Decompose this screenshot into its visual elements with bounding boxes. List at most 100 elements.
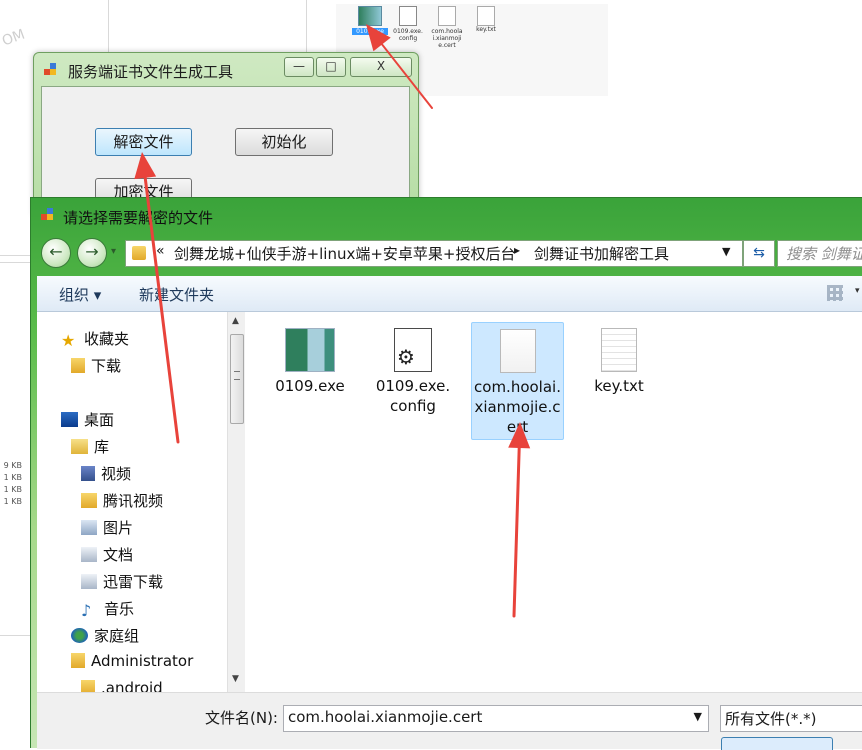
background-file-exe[interactable]: 0109.exe (352, 6, 388, 35)
tree-item-music[interactable]: ♪ 音乐 (81, 598, 134, 619)
navigation-scrollbar[interactable]: ▲ ▼ (227, 312, 245, 692)
cert-file-icon (499, 329, 536, 373)
back-button[interactable]: ← (41, 238, 71, 268)
tree-item-library[interactable]: 库 (71, 436, 109, 457)
library-icon (71, 439, 88, 454)
initialize-button[interactable]: 初始化 (235, 128, 333, 156)
filename-label: 文件名(N): (205, 709, 278, 727)
dialog-title: 请选择需要解密的文件 (63, 209, 214, 227)
decrypt-file-button[interactable]: 解密文件 (95, 128, 192, 156)
file-label: 0109.exe.config (375, 377, 451, 415)
organize-button[interactable]: 组织 ▾ (59, 284, 101, 305)
address-bar[interactable]: « 剑舞龙城+仙侠手游+linux端+安卓苹果+授权后台 ▸ 剑舞证书加解密工具… (125, 240, 743, 267)
view-options-icon[interactable] (827, 285, 843, 301)
config-thumb-icon (399, 6, 417, 26)
scroll-grip-icon (234, 371, 240, 380)
tree-item-desktop[interactable]: 桌面 (61, 409, 114, 430)
tree-item-label: 视频 (101, 465, 132, 483)
forward-button[interactable]: → (77, 238, 107, 268)
tree-item-label: 下载 (91, 357, 122, 375)
filename-value: com.hoolai.xianmojie.cert (288, 708, 483, 726)
download-library-icon (81, 574, 97, 589)
tree-item-xunlei[interactable]: 迅雷下载 (81, 571, 163, 592)
tree-item-label: 收藏夹 (84, 330, 130, 348)
background-file-config[interactable]: 0109.exe.config (390, 6, 426, 42)
config-file-icon: ⚙ (394, 328, 432, 372)
search-input[interactable]: 搜索 剑舞证书加解密工具 (777, 240, 862, 267)
downloads-folder-icon (71, 358, 85, 373)
refresh-button[interactable]: ⇆ (743, 240, 775, 267)
close-button[interactable]: X (350, 57, 412, 77)
refresh-icon: ⇆ (753, 245, 765, 261)
music-icon: ♪ (81, 601, 92, 620)
new-folder-button[interactable]: 新建文件夹 (139, 284, 214, 305)
breadcrumb-separator-icon[interactable]: ▸ (514, 243, 520, 257)
minimize-icon: — (293, 59, 305, 73)
maximize-icon: □ (325, 59, 337, 73)
file-size: 1 KB (3, 497, 22, 506)
tree-item-favorites[interactable]: ★ 收藏夹 (61, 328, 129, 349)
txt-file-icon (601, 328, 637, 372)
tree-item-video[interactable]: 视频 (81, 463, 131, 484)
file-type-filter[interactable]: 所有文件(*.*) (720, 705, 862, 732)
star-icon: ★ (61, 331, 76, 350)
folder-icon (81, 493, 97, 508)
recent-locations-chevron-icon[interactable]: ▾ (111, 246, 116, 257)
tree-item-label: 库 (94, 438, 110, 456)
breadcrumb-parent[interactable]: 剑舞龙城+仙侠手游+linux端+安卓苹果+授权后台 (174, 243, 516, 264)
folder-icon (81, 680, 95, 692)
txt-thumb-icon (477, 6, 495, 26)
documents-library-icon (81, 547, 97, 562)
file-list: 0109.exe ⚙ 0109.exe.config com.hoolai.xi… (245, 312, 862, 692)
file-label: com.hoolai.xianmojie.cert (474, 378, 561, 436)
filename-input[interactable]: com.hoolai.xianmojie.cert ▼ (283, 705, 709, 732)
tree-item-label: Administrator (91, 652, 194, 670)
tool-window: 服务端证书文件生成工具 — □ X 解密文件 初始化 加密文件 (33, 52, 419, 215)
tree-item-administrator[interactable]: Administrator (71, 652, 193, 670)
maximize-button[interactable]: □ (316, 57, 346, 77)
navigation-pane: ★ 收藏夹 下载 桌面 库 视频 腾讯视频 图片 文档 迅雷下载 ♪ 音乐 家庭组 … (37, 312, 227, 692)
tree-item-label: 桌面 (84, 411, 115, 429)
breadcrumb-prefix[interactable]: « (156, 243, 165, 259)
exe-file-icon (285, 328, 335, 372)
tree-item-tencent-video[interactable]: 腾讯视频 (81, 490, 163, 511)
scroll-down-icon[interactable]: ▼ (232, 674, 239, 684)
breadcrumb-current[interactable]: 剑舞证书加解密工具 (534, 243, 669, 264)
background-file-label: 0109.exe (352, 28, 388, 35)
dialog-app-icon (41, 208, 57, 222)
open-button-edge[interactable] (721, 737, 833, 750)
tool-window-client: 解密文件 初始化 加密文件 (41, 86, 410, 215)
tree-item-pictures[interactable]: 图片 (81, 517, 133, 538)
address-dropdown-icon[interactable]: ▼ (722, 245, 730, 258)
background-file-cert[interactable]: com.hoolai.xianmojie.cert (428, 6, 466, 49)
file-item-config[interactable]: ⚙ 0109.exe.config (373, 324, 453, 416)
file-item-cert[interactable]: com.hoolai.xianmojie.cert (471, 322, 564, 440)
file-item-key[interactable]: key.txt (581, 324, 657, 396)
user-folder-icon (71, 653, 85, 668)
tree-item-downloads[interactable]: 下载 (71, 355, 121, 376)
background-file-key[interactable]: key.txt (470, 6, 502, 33)
tree-item-label: .android (101, 679, 163, 692)
file-item-exe[interactable]: 0109.exe (271, 324, 349, 396)
scroll-thumb[interactable] (230, 334, 244, 424)
forward-arrow-icon: → (85, 242, 99, 261)
filename-dropdown-icon[interactable]: ▼ (694, 710, 702, 723)
cert-thumb-icon (438, 6, 456, 26)
tree-item-documents[interactable]: 文档 (81, 544, 133, 565)
file-label: key.txt (594, 377, 644, 395)
folder-icon (132, 246, 146, 260)
tree-item-android[interactable]: .android (81, 679, 163, 692)
search-placeholder: 搜索 剑舞证书加解密工具 (786, 245, 862, 263)
tool-window-title: 服务端证书文件生成工具 (68, 63, 234, 81)
view-dropdown-icon[interactable]: ▾ (855, 286, 860, 296)
tree-item-label: 腾讯视频 (103, 492, 164, 510)
video-library-icon (81, 466, 95, 481)
homegroup-icon (71, 628, 88, 643)
tree-item-homegroup[interactable]: 家庭组 (71, 625, 139, 646)
back-arrow-icon: ← (49, 242, 63, 261)
open-file-dialog: 请选择需要解密的文件 ← → ▾ « 剑舞龙城+仙侠手游+linux端+安卓苹果… (30, 197, 862, 750)
tree-item-label: 音乐 (104, 600, 135, 618)
tree-item-label: 家庭组 (94, 627, 140, 645)
scroll-up-icon[interactable]: ▲ (232, 316, 239, 326)
minimize-button[interactable]: — (284, 57, 314, 77)
